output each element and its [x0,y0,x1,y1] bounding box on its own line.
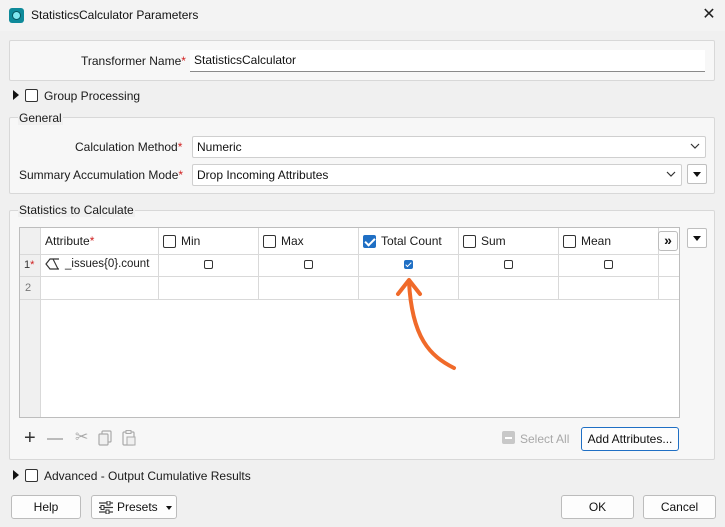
copy-icon[interactable] [98,430,114,446]
general-legend: General [18,111,63,125]
column-header-max: Max [281,234,304,248]
select-all-checkbox[interactable] [502,431,515,444]
summary-mode-menu-button[interactable] [687,164,707,184]
calculation-method-select[interactable]: Numeric [192,136,706,158]
expand-triangle-icon[interactable] [13,90,19,100]
plus-icon[interactable]: + [24,428,36,448]
statistics-menu-button[interactable] [687,228,707,248]
calculation-method-value: Numeric [197,140,242,154]
column-checkbox-min[interactable] [163,235,176,248]
row1-min-checkbox[interactable] [204,260,213,269]
expand-triangle-icon[interactable] [13,470,19,480]
cancel-button[interactable]: Cancel [643,495,716,519]
row1-max-checkbox[interactable] [304,260,313,269]
transformer-name-input[interactable]: StatisticsCalculator [190,50,705,72]
row-number: 2 [25,282,32,294]
chevron-down-icon[interactable] [690,142,700,150]
help-button[interactable]: Help [11,495,81,519]
ok-button[interactable]: OK [561,495,634,519]
title-bar: StatisticsCalculator Parameters ✕ [0,0,725,31]
advanced-checkbox[interactable] [25,469,38,482]
column-header-min: Min [181,234,201,248]
column-checkbox-max[interactable] [263,235,276,248]
column-header-attribute: Attribute* [45,234,95,248]
column-checkbox-mean[interactable] [563,235,576,248]
select-all-label: Select All [520,432,570,446]
statistics-legend: Statistics to Calculate [18,203,135,217]
presets-label: Presets [117,500,158,514]
chevron-down-icon [166,506,172,510]
row1-mean-checkbox[interactable] [604,260,613,269]
add-attributes-button[interactable]: Add Attributes... [581,427,679,451]
row-number: 1* [24,259,35,271]
calculation-method-label: Calculation Method* [75,140,183,154]
column-checkbox-total-count[interactable] [363,235,376,248]
close-icon[interactable]: ✕ [700,6,718,24]
column-header-mean: Mean [581,234,612,248]
row-header-column [20,228,41,417]
presets-icon [99,501,113,514]
attribute-cell[interactable]: _issues{0}.count [65,258,149,270]
column-header-total-count: Total Count [381,234,442,248]
app-icon [9,8,24,23]
minus-icon[interactable] [47,438,63,440]
cut-icon[interactable]: ✂ [75,430,88,446]
more-columns-button[interactable]: » [658,231,678,251]
paste-icon[interactable] [121,430,137,446]
column-header-sum: Sum [481,234,506,248]
column-checkbox-sum[interactable] [463,235,476,248]
advanced-label: Advanced - Output Cumulative Results [44,469,251,483]
statistics-grid: Attribute* Min Max Total Count Sum Mean … [19,227,680,418]
chevron-down-icon[interactable] [666,170,676,178]
annotation-arrow-icon [396,278,456,370]
presets-button[interactable]: Presets [91,495,177,519]
summary-mode-value: Drop Incoming Attributes [197,168,329,182]
group-processing-checkbox[interactable] [25,89,38,102]
window-title: StatisticsCalculator Parameters [31,8,199,22]
group-processing-label: Group Processing [44,89,141,103]
summary-mode-select[interactable]: Drop Incoming Attributes [192,164,682,186]
transformer-name-label: Transformer Name* [81,54,186,68]
row1-sum-checkbox[interactable] [504,260,513,269]
summary-mode-label: Summary Accumulation Mode* [19,168,184,182]
attribute-icon [45,258,59,270]
